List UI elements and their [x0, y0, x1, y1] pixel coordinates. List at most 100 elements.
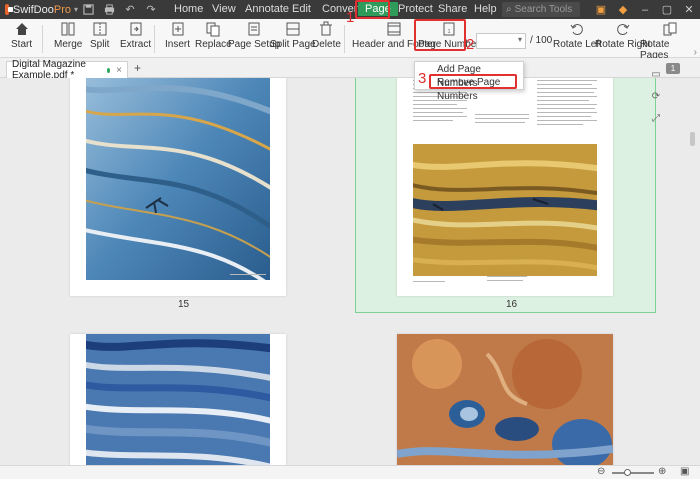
- page-counter-badge: 1: [666, 63, 680, 74]
- menu-home[interactable]: Home: [174, 3, 203, 15]
- cart-icon[interactable]: ▣: [590, 3, 612, 16]
- gift-icon[interactable]: ◆: [612, 3, 634, 16]
- app-menu-chevron-icon[interactable]: ▾: [74, 5, 78, 14]
- zoom-out-icon[interactable]: ⊖: [597, 466, 605, 477]
- merge-icon: [60, 21, 76, 37]
- replace-label: Replace: [195, 39, 232, 50]
- extract-button[interactable]: Extract: [120, 21, 151, 50]
- text-line: [537, 116, 591, 117]
- annotation-number-3: 3: [418, 70, 427, 87]
- toolbar-divider: [42, 25, 43, 53]
- caption-line: [413, 281, 445, 282]
- annotation-box-page-number: [414, 19, 466, 51]
- blue-stone-photo: [86, 78, 270, 280]
- search-icon: ⌕: [506, 4, 512, 15]
- save-icon[interactable]: [82, 4, 94, 16]
- document-tab[interactable]: Digital Magazine Example.pdf * ×: [6, 59, 128, 81]
- page-setup-icon: [246, 21, 262, 37]
- swifdoo-logo-icon: [5, 4, 13, 15]
- toolbar-divider: [344, 25, 345, 53]
- extract-label: Extract: [120, 39, 152, 50]
- print-icon[interactable]: [103, 4, 115, 16]
- insert-icon: [170, 21, 186, 37]
- search-tools-box[interactable]: ⌕ Search Tools: [502, 2, 580, 17]
- zoom-slider-knob[interactable]: [624, 469, 631, 476]
- merge-label: Merge: [54, 39, 83, 50]
- search-placeholder: Search Tools: [514, 4, 573, 15]
- page-total: / 100: [530, 35, 553, 46]
- rotate-pages-button[interactable]: Rotate Pages: [640, 21, 700, 61]
- caption-line: [230, 274, 266, 275]
- split-page-button[interactable]: Split Page: [270, 21, 316, 50]
- menu-help[interactable]: Help: [474, 3, 497, 15]
- rotate-right-icon: [615, 21, 631, 37]
- vertical-scrollbar[interactable]: [689, 78, 696, 465]
- page-thumbnail-17[interactable]: [70, 334, 286, 465]
- text-line: [413, 104, 457, 105]
- rotate-left-icon: [569, 21, 585, 37]
- header-footer-icon: [386, 21, 402, 37]
- page-thumbnail-15[interactable]: [70, 78, 286, 296]
- menu-share[interactable]: Share: [438, 3, 467, 15]
- text-line: [537, 112, 597, 113]
- split-label: Split: [90, 39, 110, 50]
- maximize-icon[interactable]: ▢: [656, 3, 678, 16]
- add-tab-icon[interactable]: +: [134, 61, 141, 75]
- app-name: SwifDoo: [12, 3, 54, 16]
- merge-button[interactable]: Merge: [54, 21, 82, 50]
- app-edition: Pro: [53, 3, 71, 16]
- expand-icon[interactable]: ⤢: [650, 112, 662, 124]
- menu-edit[interactable]: Edit: [292, 3, 311, 15]
- split-icon: [92, 21, 108, 37]
- redo-icon[interactable]: ↷: [145, 4, 157, 16]
- text-line: [413, 108, 467, 109]
- golden-stone-photo: [413, 144, 597, 276]
- blue-wave-stone-photo: [86, 334, 270, 465]
- delete-label: Delete: [312, 39, 341, 50]
- text-line: [537, 104, 597, 105]
- close-tab-icon[interactable]: ×: [116, 65, 122, 76]
- thumbnail-view-icon[interactable]: ▭: [650, 68, 662, 80]
- menu-annotate[interactable]: Annotate: [245, 3, 289, 15]
- page-number-16: 16: [506, 299, 518, 310]
- page-thumbnail-18[interactable]: [397, 334, 613, 465]
- toolbar-divider: [154, 25, 155, 53]
- zoom-in-icon[interactable]: ⊕: [658, 466, 666, 477]
- annotation-number-1: 1: [346, 9, 355, 26]
- orange-blue-stone-photo: [397, 334, 613, 465]
- annotation-box-remove-page-numbers: [429, 74, 517, 89]
- fit-page-icon[interactable]: ▣: [680, 466, 689, 477]
- close-icon[interactable]: ✕: [678, 3, 700, 16]
- zoom-slider-track[interactable]: [612, 472, 654, 474]
- scrollbar-thumb[interactable]: [690, 132, 695, 146]
- split-page-icon: [285, 21, 301, 37]
- split-page-label: Split Page: [270, 39, 316, 50]
- text-line: [537, 108, 595, 109]
- text-line: [413, 116, 467, 117]
- start-button[interactable]: Start: [11, 21, 32, 50]
- menu-protect[interactable]: Protect: [398, 3, 433, 15]
- text-line: [537, 84, 592, 85]
- menu-view[interactable]: View: [212, 3, 236, 15]
- text-line: [537, 120, 597, 121]
- insert-button[interactable]: Insert: [165, 21, 190, 50]
- minimize-icon[interactable]: –: [634, 4, 656, 16]
- chevron-right-icon[interactable]: ›: [694, 47, 697, 58]
- delete-button[interactable]: Delete: [312, 21, 341, 50]
- document-viewport[interactable]: 15 16: [0, 78, 700, 465]
- split-button[interactable]: Split: [90, 21, 109, 50]
- text-line: [537, 124, 583, 125]
- text-line: [475, 122, 525, 123]
- replace-button[interactable]: Replace: [195, 21, 232, 50]
- chevron-down-icon[interactable]: ▾: [518, 35, 522, 44]
- start-label: Start: [11, 39, 33, 50]
- annotation-number-2: 2: [466, 36, 475, 53]
- document-tabbar: Digital Magazine Example.pdf * × + 1: [0, 58, 700, 81]
- undo-icon[interactable]: ↶: [124, 4, 136, 16]
- text-line: [413, 112, 463, 113]
- page-number-input[interactable]: ▾: [476, 33, 526, 49]
- rotate-view-icon[interactable]: ⟳: [650, 90, 662, 102]
- page-thumbnail-16[interactable]: [397, 78, 613, 296]
- rotate-pages-icon: [662, 21, 678, 37]
- text-line: [537, 96, 597, 97]
